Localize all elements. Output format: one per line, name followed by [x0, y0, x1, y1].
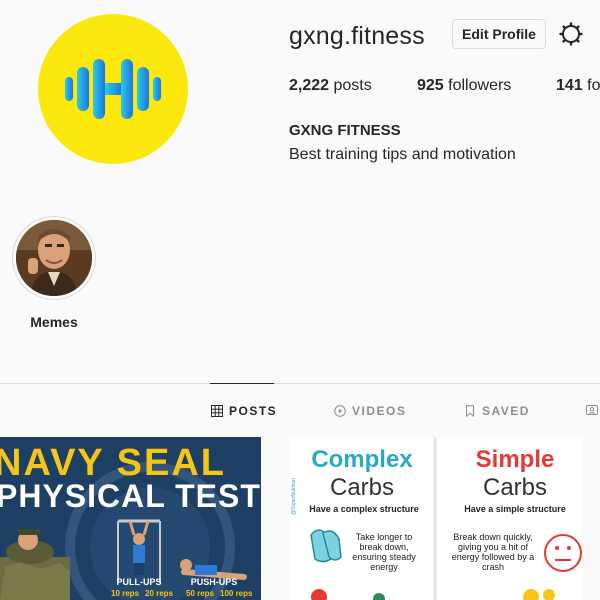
complex-desc-4: energy	[370, 562, 398, 572]
simple-subtitle: Carbs	[483, 474, 547, 501]
profile-full-name: GXNG FITNESS	[289, 122, 401, 139]
settings-gear-icon[interactable]	[559, 22, 583, 46]
tab-videos[interactable]: VIDEOS	[334, 404, 406, 418]
followers-link[interactable]: 925 followers	[417, 77, 511, 95]
posts-count: 2,222 posts	[289, 77, 372, 94]
exercise-pushups-reps: 50 reps	[186, 589, 215, 598]
complex-title: Complex	[311, 446, 413, 473]
exercise-pullups-label: PULL-UPS	[117, 577, 162, 587]
simple-desc-4: crash	[482, 562, 504, 572]
simple-desc-2: giving you a hit of	[458, 542, 529, 552]
profile-avatar[interactable]	[38, 14, 188, 164]
tab-posts[interactable]: POSTS	[211, 404, 277, 418]
exercise-pullups-reps2: 20 reps	[145, 589, 174, 598]
simple-title: Simple	[476, 446, 555, 473]
tab-saved[interactable]: SAVED	[464, 404, 530, 418]
story-highlight-memes[interactable]: Memes	[12, 216, 96, 330]
complex-subtitle: Carbs	[330, 474, 394, 501]
simple-structure-text: Have a simple structure	[464, 504, 566, 514]
post-thumbnail-navy-seal[interactable]: NAVY SEAL PHYSICAL TEST PULL-UPS 10 reps…	[0, 437, 261, 600]
tabs-divider	[0, 383, 600, 384]
profile-username: gxng.fitness	[289, 22, 425, 50]
simple-desc-3: energy followed by a	[452, 552, 535, 562]
post-thumbnail-carbs[interactable]: @SuperNutrition Complex Carbs Have a com…	[289, 437, 582, 600]
grid-icon	[211, 405, 223, 417]
post-navy-seal-graphic: NAVY SEAL PHYSICAL TEST PULL-UPS 10 reps…	[0, 437, 261, 600]
play-icon	[334, 405, 346, 417]
exercise-pullups-reps: 10 reps	[111, 589, 140, 598]
dumbbell-logo-icon	[65, 59, 161, 119]
tab-tagged[interactable]	[586, 404, 598, 416]
post-carbs-graphic: @SuperNutrition Complex Carbs Have a com…	[289, 437, 582, 600]
tab-posts-label: POSTS	[229, 404, 278, 418]
edit-profile-button[interactable]: Edit Profile	[452, 19, 546, 49]
complex-desc-1: Take longer to	[356, 532, 413, 542]
post-title-line2: PHYSICAL TEST	[0, 478, 261, 514]
post-watermark: @SuperNutrition	[291, 478, 297, 515]
highlight-label: Memes	[30, 314, 78, 330]
complex-desc-2: break down,	[359, 542, 408, 552]
simple-desc-1: Break down quickly,	[453, 532, 532, 542]
following-link[interactable]: 141 fo	[556, 77, 600, 95]
tab-saved-label: SAVED	[482, 404, 530, 418]
profile-bio: Best training tips and motivation	[289, 146, 516, 163]
highlight-ring	[12, 216, 96, 300]
exercise-pushups-label: PUSH-UPS	[191, 577, 238, 587]
exercise-pushups-reps2: 100 reps	[220, 589, 253, 598]
highlight-cover-image	[16, 220, 92, 296]
hands-icon	[310, 529, 342, 563]
tagged-icon	[586, 405, 598, 415]
bookmark-icon	[466, 405, 474, 417]
complex-structure-text: Have a complex structure	[309, 504, 419, 514]
active-tab-indicator	[210, 383, 274, 384]
complex-desc-3: ensuring steady	[352, 552, 416, 562]
tab-videos-label: VIDEOS	[352, 404, 407, 418]
